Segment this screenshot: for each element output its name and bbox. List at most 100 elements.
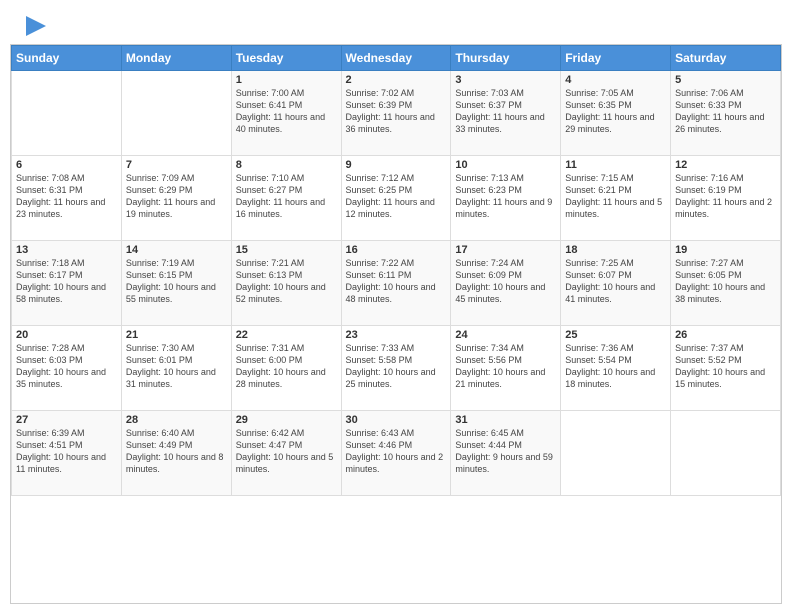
calendar-cell: 22Sunrise: 7:31 AM Sunset: 6:00 PM Dayli… — [231, 326, 341, 411]
day-info: Sunrise: 7:21 AM Sunset: 6:13 PM Dayligh… — [236, 257, 337, 306]
calendar-cell: 23Sunrise: 7:33 AM Sunset: 5:58 PM Dayli… — [341, 326, 451, 411]
day-info: Sunrise: 7:02 AM Sunset: 6:39 PM Dayligh… — [346, 87, 447, 136]
day-number: 12 — [675, 159, 776, 171]
day-info: Sunrise: 7:25 AM Sunset: 6:07 PM Dayligh… — [565, 257, 666, 306]
day-info: Sunrise: 7:19 AM Sunset: 6:15 PM Dayligh… — [126, 257, 227, 306]
day-info: Sunrise: 7:08 AM Sunset: 6:31 PM Dayligh… — [16, 172, 117, 221]
calendar-cell: 9Sunrise: 7:12 AM Sunset: 6:25 PM Daylig… — [341, 156, 451, 241]
calendar-cell — [121, 71, 231, 156]
day-number: 14 — [126, 244, 227, 256]
day-number: 23 — [346, 329, 447, 341]
day-number: 5 — [675, 74, 776, 86]
calendar-cell — [12, 71, 122, 156]
day-info: Sunrise: 7:15 AM Sunset: 6:21 PM Dayligh… — [565, 172, 666, 221]
day-number: 17 — [455, 244, 556, 256]
calendar-cell: 30Sunrise: 6:43 AM Sunset: 4:46 PM Dayli… — [341, 411, 451, 496]
day-info: Sunrise: 6:45 AM Sunset: 4:44 PM Dayligh… — [455, 427, 556, 476]
day-info: Sunrise: 7:24 AM Sunset: 6:09 PM Dayligh… — [455, 257, 556, 306]
logo — [20, 12, 50, 36]
day-number: 21 — [126, 329, 227, 341]
day-number: 22 — [236, 329, 337, 341]
day-number: 18 — [565, 244, 666, 256]
calendar-cell: 31Sunrise: 6:45 AM Sunset: 4:44 PM Dayli… — [451, 411, 561, 496]
day-number: 29 — [236, 414, 337, 426]
day-info: Sunrise: 7:37 AM Sunset: 5:52 PM Dayligh… — [675, 342, 776, 391]
day-number: 19 — [675, 244, 776, 256]
day-number: 11 — [565, 159, 666, 171]
day-of-week-header: Thursday — [451, 46, 561, 71]
day-of-week-header: Wednesday — [341, 46, 451, 71]
day-of-week-header: Sunday — [12, 46, 122, 71]
calendar-cell: 3Sunrise: 7:03 AM Sunset: 6:37 PM Daylig… — [451, 71, 561, 156]
calendar-cell: 24Sunrise: 7:34 AM Sunset: 5:56 PM Dayli… — [451, 326, 561, 411]
day-info: Sunrise: 7:22 AM Sunset: 6:11 PM Dayligh… — [346, 257, 447, 306]
calendar-cell — [671, 411, 781, 496]
day-of-week-header: Saturday — [671, 46, 781, 71]
calendar-cell: 6Sunrise: 7:08 AM Sunset: 6:31 PM Daylig… — [12, 156, 122, 241]
calendar-cell: 10Sunrise: 7:13 AM Sunset: 6:23 PM Dayli… — [451, 156, 561, 241]
logo-icon — [22, 12, 50, 40]
day-number: 4 — [565, 74, 666, 86]
day-info: Sunrise: 6:40 AM Sunset: 4:49 PM Dayligh… — [126, 427, 227, 476]
day-of-week-header: Monday — [121, 46, 231, 71]
day-number: 2 — [346, 74, 447, 86]
day-info: Sunrise: 7:05 AM Sunset: 6:35 PM Dayligh… — [565, 87, 666, 136]
day-info: Sunrise: 7:27 AM Sunset: 6:05 PM Dayligh… — [675, 257, 776, 306]
calendar-cell: 5Sunrise: 7:06 AM Sunset: 6:33 PM Daylig… — [671, 71, 781, 156]
day-info: Sunrise: 6:43 AM Sunset: 4:46 PM Dayligh… — [346, 427, 447, 476]
day-info: Sunrise: 7:10 AM Sunset: 6:27 PM Dayligh… — [236, 172, 337, 221]
calendar-cell: 17Sunrise: 7:24 AM Sunset: 6:09 PM Dayli… — [451, 241, 561, 326]
calendar-cell — [561, 411, 671, 496]
day-info: Sunrise: 7:31 AM Sunset: 6:00 PM Dayligh… — [236, 342, 337, 391]
day-info: Sunrise: 7:12 AM Sunset: 6:25 PM Dayligh… — [346, 172, 447, 221]
calendar-cell: 2Sunrise: 7:02 AM Sunset: 6:39 PM Daylig… — [341, 71, 451, 156]
calendar-cell: 26Sunrise: 7:37 AM Sunset: 5:52 PM Dayli… — [671, 326, 781, 411]
header — [0, 0, 792, 44]
calendar-cell: 12Sunrise: 7:16 AM Sunset: 6:19 PM Dayli… — [671, 156, 781, 241]
day-info: Sunrise: 7:33 AM Sunset: 5:58 PM Dayligh… — [346, 342, 447, 391]
calendar-cell: 20Sunrise: 7:28 AM Sunset: 6:03 PM Dayli… — [12, 326, 122, 411]
day-info: Sunrise: 7:06 AM Sunset: 6:33 PM Dayligh… — [675, 87, 776, 136]
day-number: 27 — [16, 414, 117, 426]
day-number: 15 — [236, 244, 337, 256]
calendar-cell: 28Sunrise: 6:40 AM Sunset: 4:49 PM Dayli… — [121, 411, 231, 496]
day-number: 31 — [455, 414, 556, 426]
day-info: Sunrise: 7:03 AM Sunset: 6:37 PM Dayligh… — [455, 87, 556, 136]
day-info: Sunrise: 7:16 AM Sunset: 6:19 PM Dayligh… — [675, 172, 776, 221]
day-number: 9 — [346, 159, 447, 171]
day-number: 30 — [346, 414, 447, 426]
day-info: Sunrise: 6:39 AM Sunset: 4:51 PM Dayligh… — [16, 427, 117, 476]
calendar-cell: 4Sunrise: 7:05 AM Sunset: 6:35 PM Daylig… — [561, 71, 671, 156]
day-info: Sunrise: 6:42 AM Sunset: 4:47 PM Dayligh… — [236, 427, 337, 476]
day-info: Sunrise: 7:34 AM Sunset: 5:56 PM Dayligh… — [455, 342, 556, 391]
day-of-week-header: Tuesday — [231, 46, 341, 71]
calendar-cell: 8Sunrise: 7:10 AM Sunset: 6:27 PM Daylig… — [231, 156, 341, 241]
day-info: Sunrise: 7:09 AM Sunset: 6:29 PM Dayligh… — [126, 172, 227, 221]
calendar-cell: 25Sunrise: 7:36 AM Sunset: 5:54 PM Dayli… — [561, 326, 671, 411]
day-number: 7 — [126, 159, 227, 171]
day-number: 1 — [236, 74, 337, 86]
calendar-cell: 16Sunrise: 7:22 AM Sunset: 6:11 PM Dayli… — [341, 241, 451, 326]
day-number: 26 — [675, 329, 776, 341]
day-info: Sunrise: 7:28 AM Sunset: 6:03 PM Dayligh… — [16, 342, 117, 391]
day-number: 20 — [16, 329, 117, 341]
calendar-cell: 27Sunrise: 6:39 AM Sunset: 4:51 PM Dayli… — [12, 411, 122, 496]
day-number: 6 — [16, 159, 117, 171]
day-number: 25 — [565, 329, 666, 341]
day-number: 16 — [346, 244, 447, 256]
calendar-cell: 13Sunrise: 7:18 AM Sunset: 6:17 PM Dayli… — [12, 241, 122, 326]
calendar-cell: 21Sunrise: 7:30 AM Sunset: 6:01 PM Dayli… — [121, 326, 231, 411]
day-number: 24 — [455, 329, 556, 341]
calendar-cell: 7Sunrise: 7:09 AM Sunset: 6:29 PM Daylig… — [121, 156, 231, 241]
day-info: Sunrise: 7:00 AM Sunset: 6:41 PM Dayligh… — [236, 87, 337, 136]
calendar-cell: 19Sunrise: 7:27 AM Sunset: 6:05 PM Dayli… — [671, 241, 781, 326]
day-number: 10 — [455, 159, 556, 171]
day-number: 8 — [236, 159, 337, 171]
calendar: SundayMondayTuesdayWednesdayThursdayFrid… — [10, 44, 782, 604]
day-number: 28 — [126, 414, 227, 426]
day-of-week-header: Friday — [561, 46, 671, 71]
day-info: Sunrise: 7:30 AM Sunset: 6:01 PM Dayligh… — [126, 342, 227, 391]
calendar-cell: 18Sunrise: 7:25 AM Sunset: 6:07 PM Dayli… — [561, 241, 671, 326]
calendar-cell: 11Sunrise: 7:15 AM Sunset: 6:21 PM Dayli… — [561, 156, 671, 241]
calendar-cell: 14Sunrise: 7:19 AM Sunset: 6:15 PM Dayli… — [121, 241, 231, 326]
